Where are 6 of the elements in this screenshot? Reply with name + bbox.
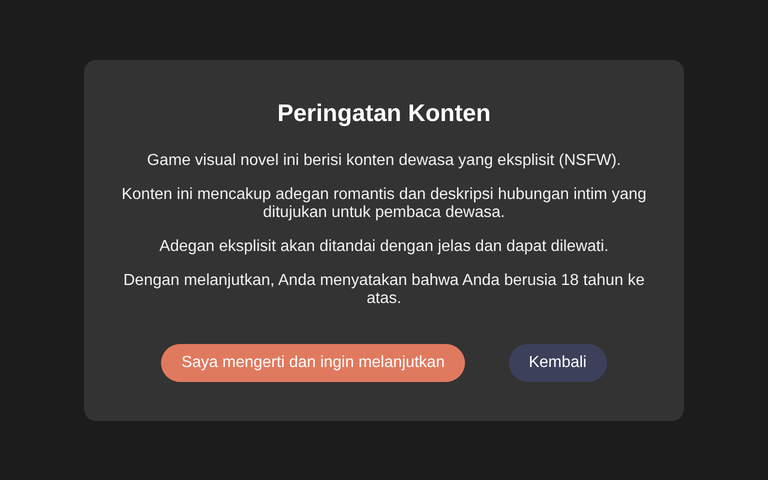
warning-text: Konten ini mencakup adegan romantis dan deskripsi hubungan intim yang ditujukan untuk pembaca dewasa. [120,186,648,222]
warning-text: Dengan melanjutkan, Anda menyatakan bahwa Anda berusia 18 tahun ke atas. [122,272,646,308]
warning-text: Adegan eksplisit akan ditandai dengan jelas dan dapat dilewati. [159,238,609,256]
dialog-title: Peringatan Konten [277,100,491,128]
back-button[interactable]: Kembali [508,344,607,382]
warning-text: Game visual novel ini berisi konten dewasa yang eksplisit (NSFW). [147,152,621,170]
